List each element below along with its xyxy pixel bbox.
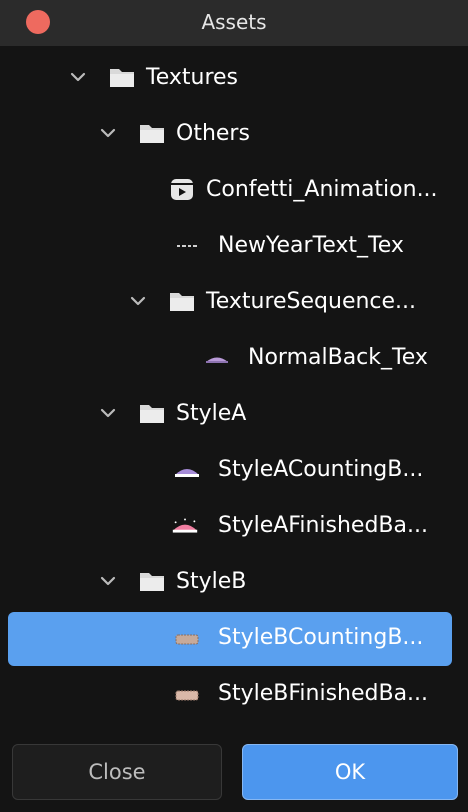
animation-icon	[171, 179, 193, 200]
chevron-down-icon[interactable]	[128, 291, 148, 311]
tree-item-styleb[interactable]: StyleB	[0, 554, 468, 610]
tree-item-label: Textures	[146, 65, 238, 90]
chevron-down-icon[interactable]	[68, 67, 88, 87]
tree-item-label: StyleBFinishedBa...	[218, 681, 429, 706]
tree-item-label: StyleA	[176, 401, 247, 426]
folder-icon	[140, 573, 164, 591]
tree-item-confetti-animation[interactable]: Confetti_Animation...	[0, 162, 468, 218]
tree-item-texturesequence[interactable]: TextureSequence...	[0, 274, 468, 330]
window-title: Assets	[201, 10, 267, 34]
tree-item-stylebfinishedba[interactable]: StyleBFinishedBa...	[0, 666, 468, 722]
tree-item-textures[interactable]: Textures	[0, 50, 468, 106]
tree-item-others[interactable]: Others	[0, 106, 468, 162]
close-button[interactable]: Close	[12, 744, 222, 800]
folder-icon	[140, 125, 164, 143]
tree-item-label: TextureSequence...	[206, 289, 417, 314]
tree-item-normalback-tex[interactable]: NormalBack_Tex	[0, 330, 468, 386]
texture-thumbnail-icon	[175, 469, 199, 477]
asset-tree: Textures Others Confetti_Animation... Ne…	[0, 46, 468, 736]
texture-thumbnail-icon	[172, 518, 198, 533]
tree-item-label: Confetti_Animation...	[206, 177, 438, 202]
tree-item-stylea[interactable]: StyleA	[0, 386, 468, 442]
tree-item-label: NewYearText_Tex	[218, 233, 404, 258]
chevron-down-icon[interactable]	[98, 403, 118, 423]
texture-thumbnail-icon	[206, 357, 228, 363]
tree-item-label: NormalBack_Tex	[248, 345, 428, 370]
tree-item-label: StyleBCountingB...	[218, 625, 424, 650]
texture-thumbnail-icon	[177, 245, 197, 247]
tree-item-label: StyleACountingB...	[218, 457, 424, 482]
folder-icon	[110, 69, 134, 87]
title-bar: Assets	[0, 0, 468, 46]
tree-item-newyeartext-tex[interactable]: NewYearText_Tex	[0, 218, 468, 274]
tree-item-stylefinishedba-a[interactable]: StyleAFinishedBa...	[0, 498, 468, 554]
folder-icon	[140, 405, 164, 423]
chevron-down-icon[interactable]	[98, 571, 118, 591]
tree-item-styleacountingb[interactable]: StyleACountingB...	[0, 442, 468, 498]
tree-item-label: Others	[176, 121, 250, 146]
chevron-down-icon[interactable]	[98, 123, 118, 143]
tree-item-label: StyleAFinishedBa...	[218, 513, 428, 538]
folder-icon	[170, 293, 194, 311]
texture-thumbnail-icon	[175, 634, 199, 645]
ok-button[interactable]: OK	[242, 744, 458, 800]
tree-item-stylebcountingb[interactable]: StyleBCountingB...	[0, 610, 468, 666]
texture-thumbnail-icon	[175, 690, 199, 701]
tree-item-label: StyleB	[176, 569, 247, 594]
